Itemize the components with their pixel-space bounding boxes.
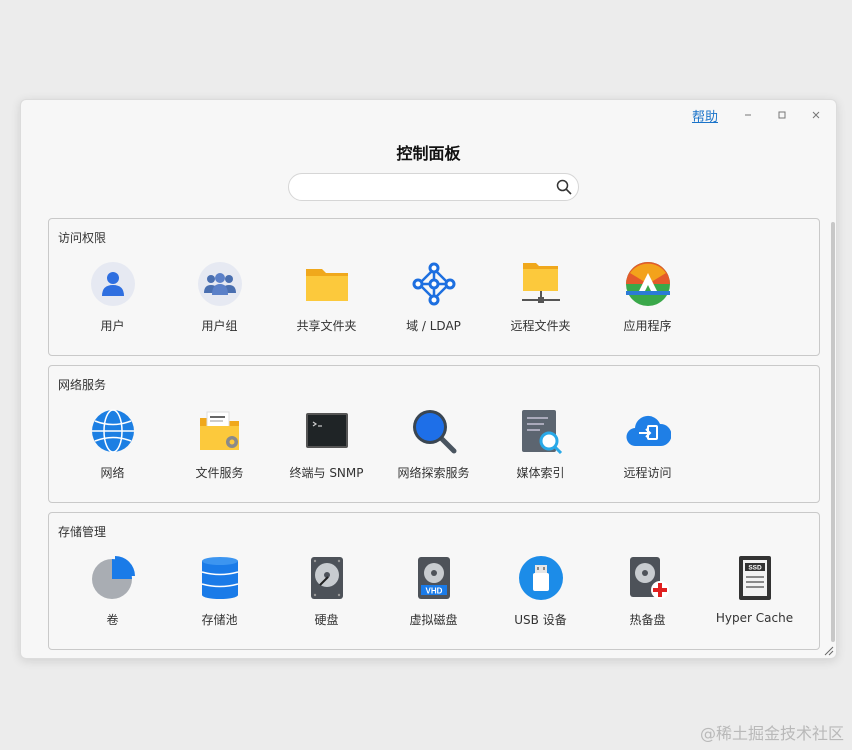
hot-spare-icon	[625, 555, 671, 601]
item-label: Hyper Cache	[715, 611, 794, 625]
item-label: 卷	[106, 613, 119, 627]
section-title: 存储管理	[58, 525, 107, 539]
section-network-services: 网络服务 网络 文件服务 终端与 SNMP 网络探索服务 媒体索引 远程访问	[48, 365, 820, 503]
item-network-discovery[interactable]: 网络探索服务	[380, 408, 487, 488]
title-bar-controls: 帮助	[692, 104, 826, 126]
item-domain-ldap[interactable]: 域 / LDAP	[380, 261, 487, 341]
maximize-icon	[778, 111, 786, 119]
item-label: 存储池	[201, 613, 238, 627]
item-label: 远程访问	[623, 466, 672, 480]
item-file-service[interactable]: 文件服务	[166, 408, 273, 488]
usb-icon	[518, 555, 564, 601]
item-user[interactable]: 用户	[59, 261, 166, 341]
item-label: 网络	[100, 466, 125, 480]
item-terminal-snmp[interactable]: 终端与 SNMP	[273, 408, 380, 488]
item-label: 网络探索服务	[397, 466, 470, 480]
minimize-button[interactable]	[738, 105, 758, 125]
file-service-icon	[197, 408, 243, 454]
ssd-badge-text: SSD	[748, 565, 762, 572]
section-storage-management: 存储管理 卷 存储池 硬盘 VHD 虚拟磁盘 USB 设备 热备盘 SSD Hy…	[48, 512, 820, 650]
section-title: 访问权限	[58, 231, 107, 245]
terminal-icon	[304, 408, 350, 454]
ssd-cache-icon: SSD	[732, 555, 778, 601]
close-icon	[812, 111, 820, 119]
item-remote-folder[interactable]: 远程文件夹	[487, 261, 594, 341]
item-hard-disk[interactable]: 硬盘	[273, 555, 380, 635]
discovery-icon	[411, 408, 457, 454]
hard-disk-icon	[304, 555, 350, 601]
item-label: 虚拟磁盘	[409, 613, 458, 627]
item-user-group[interactable]: 用户组	[166, 261, 273, 341]
domain-ldap-icon	[411, 261, 457, 307]
item-hyper-cache[interactable]: SSD Hyper Cache	[701, 555, 808, 635]
close-button[interactable]	[806, 105, 826, 125]
item-label: 热备盘	[629, 613, 666, 627]
volume-pie-icon	[90, 555, 136, 601]
item-hot-spare[interactable]: 热备盘	[594, 555, 701, 635]
search-box	[288, 173, 579, 201]
app-icon	[625, 261, 671, 307]
item-usb-device[interactable]: USB 设备	[487, 555, 594, 635]
item-virtual-disk[interactable]: VHD 虚拟磁盘	[380, 555, 487, 635]
item-label: 域 / LDAP	[406, 319, 461, 333]
item-media-index[interactable]: 媒体索引	[487, 408, 594, 488]
remote-access-icon	[625, 408, 671, 454]
item-label: 远程文件夹	[510, 319, 571, 333]
scrollbar[interactable]	[831, 222, 835, 642]
search-input[interactable]	[301, 174, 551, 200]
item-remote-access[interactable]: 远程访问	[594, 408, 701, 488]
item-volume[interactable]: 卷	[59, 555, 166, 635]
shared-folder-icon	[304, 261, 350, 307]
resize-grip-icon[interactable]	[822, 644, 834, 656]
item-label: 文件服务	[195, 466, 244, 480]
item-label: USB 设备	[514, 613, 567, 627]
item-applications[interactable]: 应用程序	[594, 261, 701, 341]
page-title: 控制面板	[396, 144, 461, 163]
maximize-button[interactable]	[772, 105, 792, 125]
section-title: 网络服务	[58, 378, 107, 392]
item-label: 终端与 SNMP	[289, 466, 364, 480]
section-access-rights: 访问权限 用户 用户组 共享文件夹 域 / LDAP 远程文件夹 应用程序	[48, 218, 820, 356]
item-label: 共享文件夹	[296, 319, 357, 333]
help-link[interactable]: 帮助	[692, 106, 718, 125]
item-label: 用户组	[201, 319, 238, 333]
user-icon	[90, 261, 136, 307]
watermark: @稀土掘金技术社区	[699, 724, 844, 743]
control-panel-window: 帮助 控制面板 访问权限 用户 用户组 共享文件夹 域 / LDAP 远程文件夹…	[20, 99, 837, 659]
storage-pool-icon	[197, 555, 243, 601]
minimize-icon	[745, 114, 751, 116]
item-network[interactable]: 网络	[59, 408, 166, 488]
globe-icon	[90, 408, 136, 454]
item-label: 用户	[100, 319, 125, 333]
item-shared-folder[interactable]: 共享文件夹	[273, 261, 380, 341]
item-label: 媒体索引	[516, 466, 565, 480]
item-storage-pool[interactable]: 存储池	[166, 555, 273, 635]
item-label: 应用程序	[623, 319, 672, 333]
search-icon[interactable]	[555, 178, 573, 196]
remote-folder-icon	[518, 261, 564, 307]
media-index-icon	[518, 408, 564, 454]
item-label: 硬盘	[314, 613, 339, 627]
vhd-badge-text: VHD	[425, 587, 442, 596]
virtual-disk-icon: VHD	[411, 555, 457, 601]
user-group-icon	[197, 261, 243, 307]
